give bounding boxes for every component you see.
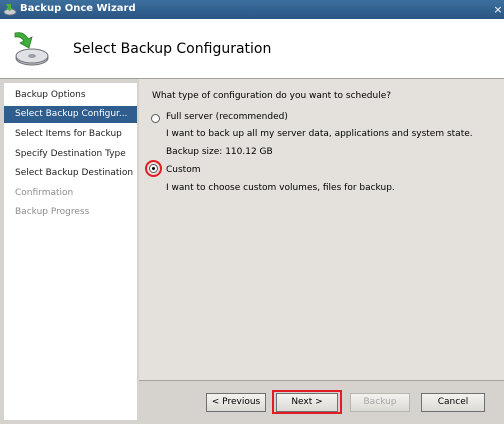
nav-item-specify-destination-type[interactable]: Specify Destination Type (4, 146, 137, 163)
full-server-radio[interactable] (151, 114, 160, 123)
custom-description: I want to choose custom volumes, files f… (166, 183, 395, 193)
backup-wizard-icon (3, 4, 17, 16)
wizard-footer: < Previous Next > Backup Cancel (139, 380, 504, 424)
nav-item-select-backup-configuration[interactable]: Select Backup Configur... (4, 106, 137, 123)
previous-button[interactable]: < Previous (206, 393, 266, 412)
close-icon[interactable]: × (492, 2, 504, 17)
nav-item-select-backup-destination[interactable]: Select Backup Destination (4, 165, 137, 182)
next-button[interactable]: Next > (276, 393, 338, 412)
backup-disk-icon (14, 32, 49, 66)
configuration-question: What type of configuration do you want t… (152, 91, 392, 101)
title-bar: Backup Once Wizard × (0, 0, 504, 19)
full-server-description: I want to back up all my server data, ap… (166, 129, 473, 139)
backup-button: Backup (350, 393, 410, 412)
nav-item-backup-progress: Backup Progress (15, 207, 90, 217)
cancel-button[interactable]: Cancel (421, 393, 485, 412)
main-content: What type of configuration do you want t… (139, 79, 504, 381)
nav-item-confirmation: Confirmation (15, 188, 74, 198)
page-title: Select Backup Configuration (73, 41, 272, 57)
wizard-header: Select Backup Configuration (0, 19, 504, 79)
full-server-label[interactable]: Full server (recommended) (166, 112, 288, 122)
custom-label[interactable]: Custom (166, 165, 200, 175)
wizard-steps-nav: Backup Options Select Backup Configur...… (4, 83, 137, 420)
custom-radio[interactable] (149, 164, 158, 173)
window-title: Backup Once Wizard (20, 3, 136, 14)
backup-size-text: Backup size: 110.12 GB (166, 147, 273, 157)
nav-item-backup-options[interactable]: Backup Options (4, 87, 137, 104)
nav-item-select-items-for-backup[interactable]: Select Items for Backup (4, 126, 137, 143)
radio-selected-dot (152, 167, 155, 170)
